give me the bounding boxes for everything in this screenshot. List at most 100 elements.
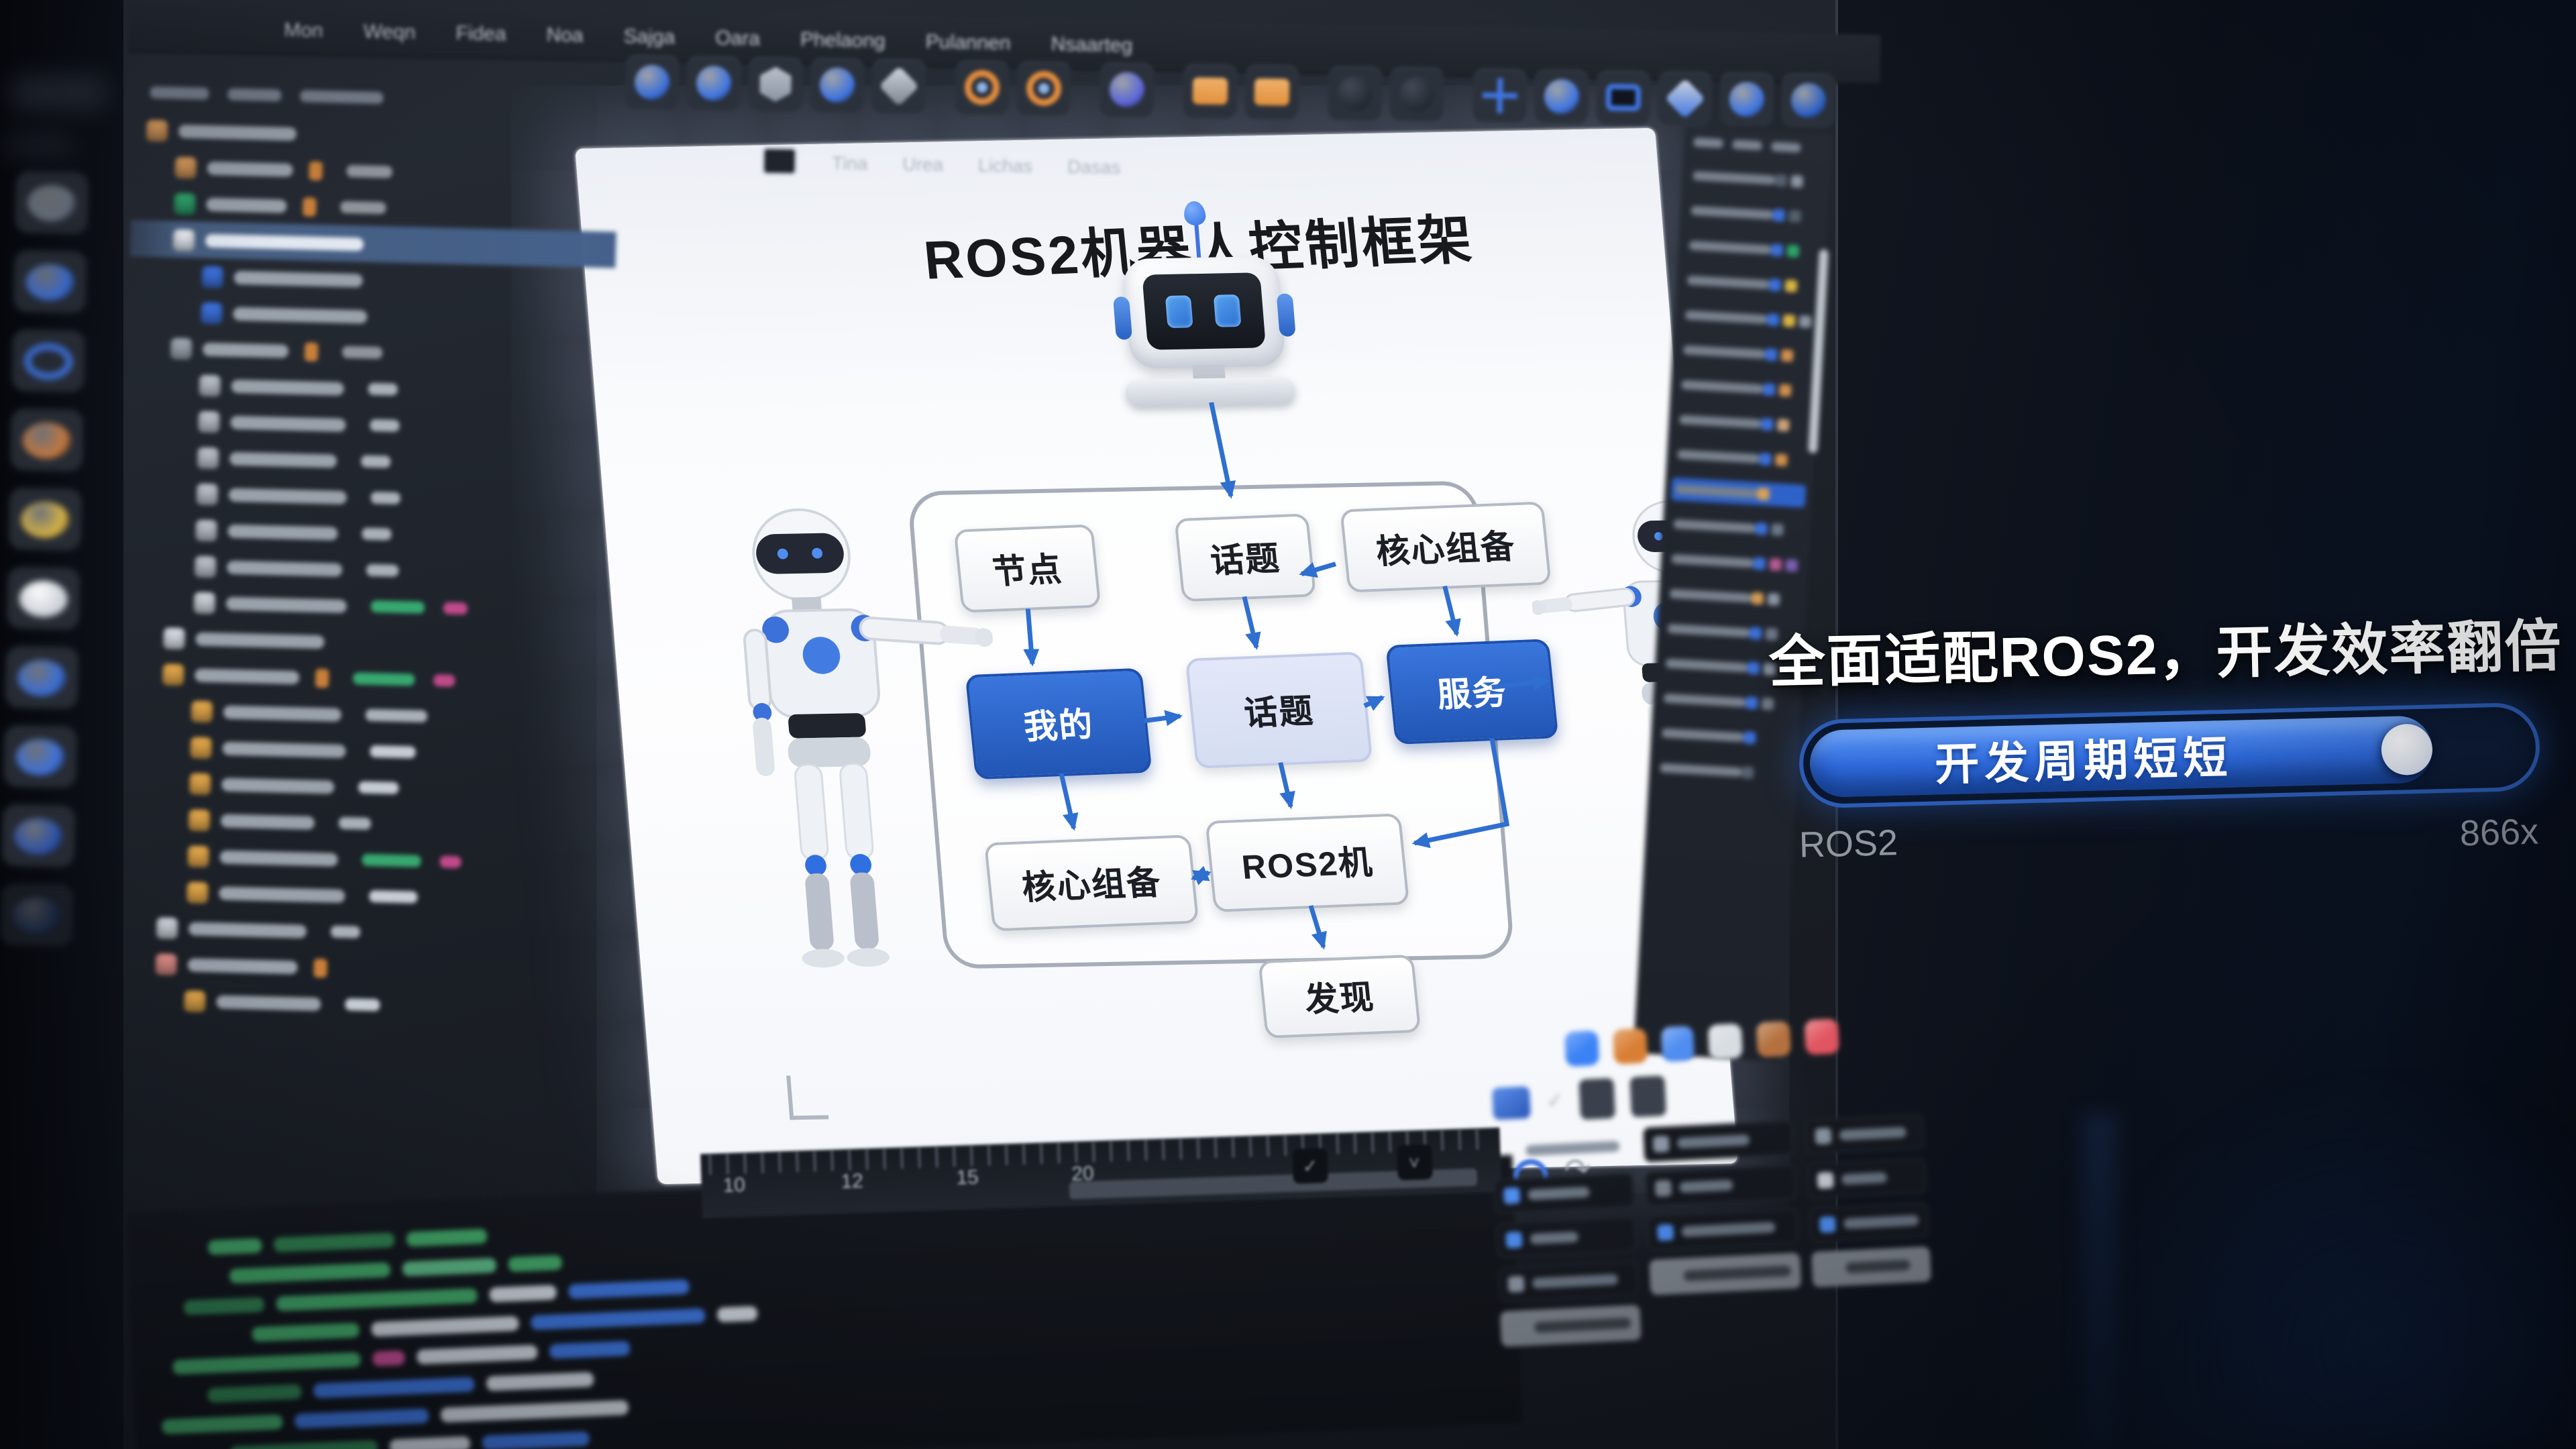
outliner-label-blur [1681,380,1764,394]
dock-button[interactable] [10,409,84,472]
inspector-field[interactable] [1491,1128,1632,1170]
outliner-row[interactable] [1688,164,1824,194]
inspector-button[interactable] [1630,1075,1667,1117]
viewport-menu-icon[interactable] [762,147,798,176]
app-icon[interactable] [1660,1026,1695,1062]
color-chip [1795,385,1808,398]
inspector-field[interactable] [1496,1217,1637,1258]
toolbar-button[interactable] [871,59,926,113]
app-icon[interactable] [1805,1018,1839,1055]
toolbar-button[interactable] [955,60,1009,115]
color-chip [1763,383,1776,396]
outliner-row[interactable] [1686,199,1822,229]
outliner-row[interactable] [1675,408,1811,438]
viewport-tab[interactable]: Tina [832,151,868,173]
toolbar-button[interactable] [1244,65,1299,119]
toolbar-button[interactable] [686,56,741,111]
inspector-field[interactable] [1498,1260,1639,1302]
object-label-blur [230,415,345,431]
inspector-field[interactable] [1807,1158,1927,1199]
inspector-button[interactable] [1579,1078,1616,1120]
inspector-field[interactable] [1645,1165,1796,1207]
toolbar-button[interactable] [1183,64,1237,118]
inspector-field[interactable] [1500,1305,1641,1346]
outliner-row[interactable] [1669,513,1805,543]
viewport-tab[interactable]: Lichas [978,154,1032,176]
dock-button[interactable] [15,171,89,234]
dock-button[interactable] [3,725,77,788]
viewport-tab[interactable]: Urea [902,152,943,174]
outliner-label-blur [1689,241,1772,255]
dock-button[interactable] [7,567,80,630]
toolbar-button[interactable] [1389,67,1444,121]
outliner-row[interactable] [1656,756,1791,786]
outliner-row[interactable] [1684,233,1820,264]
menu-item[interactable]: Noa [546,23,584,46]
menu-item[interactable]: Fidea [455,21,506,45]
toolbar-button[interactable] [1658,71,1712,125]
toolbar-button[interactable] [1099,62,1154,117]
material-tile[interactable] [1492,1086,1531,1120]
code-token-blur [162,1415,283,1435]
flowchart-node-label: 节点 [990,543,1065,594]
menu-item[interactable]: Mon [284,18,323,42]
outliner-label-blur [1693,171,1776,185]
dock-button[interactable] [13,250,87,313]
toolbar-button[interactable] [1534,69,1589,123]
outliner-row[interactable] [1673,443,1809,473]
mascot-eye-right [1214,294,1242,327]
timeline-key-check[interactable]: ✓ [1292,1148,1328,1184]
code-token-blur [717,1306,758,1322]
app-icon[interactable] [1756,1021,1791,1057]
outliner-row[interactable] [1658,721,1793,751]
inspector-field[interactable] [1493,1173,1634,1214]
object-value-blur [361,455,390,468]
outliner-row[interactable] [1677,373,1813,403]
toolbar-button[interactable] [1596,70,1650,125]
dock-button[interactable] [5,646,78,709]
layer-tag [305,341,319,360]
dock-button[interactable] [1,804,75,867]
dock-button[interactable] [8,488,82,551]
toolbar-button[interactable] [1719,72,1774,127]
toolbar-button[interactable] [1016,61,1071,115]
toolbar-button[interactable] [625,55,679,109]
inspector-field[interactable] [1650,1253,1801,1295]
toolbar-button[interactable] [1328,66,1382,121]
viewport-tab[interactable]: Dasas [1067,155,1121,177]
code-token-blur [276,1288,478,1311]
timeline-tick-label: 15 [956,1166,979,1189]
field-label-blur [1683,1265,1791,1281]
toolbar-button[interactable] [810,58,864,112]
outliner-label-blur [1673,519,1756,533]
code-token-blur [441,1400,629,1423]
outliner-row[interactable] [1667,547,1803,578]
menu-item[interactable]: Sajga [623,25,675,48]
promo-slider[interactable]: 开发周期短短 [1799,702,2541,809]
outliner-row[interactable] [1680,303,1816,333]
dock-button[interactable] [0,883,74,947]
toolbar-button[interactable] [1781,73,1835,127]
inspector-field[interactable] [1805,1114,1925,1155]
code-token-blur [372,1350,405,1366]
toolbar-button[interactable] [1472,68,1527,123]
dock-button[interactable] [11,329,85,392]
toolbar-button[interactable] [748,57,802,111]
outliner-row[interactable] [1682,268,1818,299]
menu-item[interactable]: Oara [715,26,760,50]
viewport-slide[interactable]: ROS2机器人控制框架 节点 话题 [575,128,1738,1185]
timeline-key-chevron[interactable]: ˅ [1396,1144,1432,1181]
inspector-field[interactable] [1811,1246,1931,1287]
outliner-row[interactable] [1678,338,1814,368]
dock-icon [24,342,73,379]
outliner-row[interactable] [1671,478,1807,508]
inspector-field[interactable] [1809,1202,1929,1243]
app-icon[interactable] [1564,1030,1599,1067]
inspector-field[interactable] [1647,1209,1799,1251]
app-icon[interactable] [1709,1023,1743,1059]
outliner-row[interactable] [1665,582,1801,612]
inspector-field[interactable] [1643,1120,1794,1163]
menu-item[interactable]: Weqn [363,19,415,43]
app-icon[interactable] [1612,1028,1647,1064]
object-value-blur [346,165,392,178]
